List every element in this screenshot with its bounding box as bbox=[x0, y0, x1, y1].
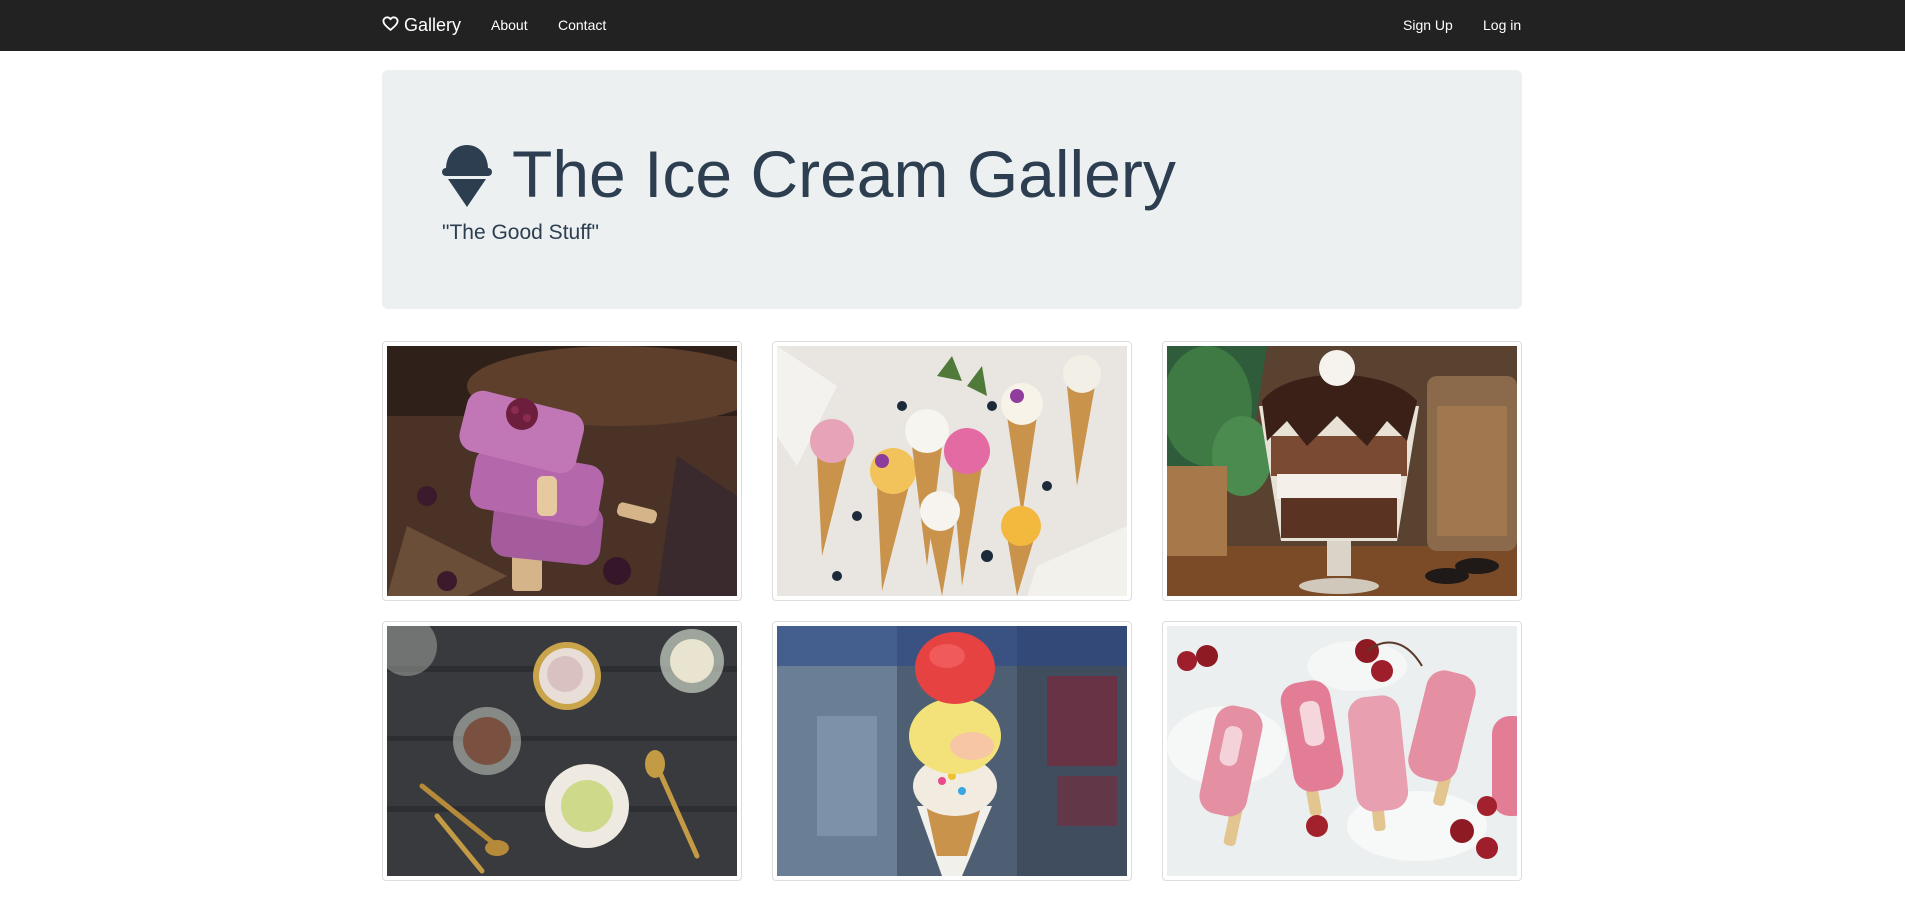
jumbotron: The Ice Cream Gallery "The Good Stuff" bbox=[382, 70, 1522, 309]
nav-link-contact[interactable]: Contact bbox=[558, 0, 606, 51]
gallery-thumbnail[interactable] bbox=[772, 341, 1132, 601]
ice-cream-cones-photo bbox=[777, 346, 1127, 596]
gallery-thumbnail[interactable] bbox=[382, 341, 742, 601]
brand-link[interactable]: Gallery bbox=[382, 0, 461, 51]
ice-cream-icon bbox=[442, 145, 492, 207]
gallery-thumbnail[interactable] bbox=[772, 621, 1132, 881]
gallery-thumbnail[interactable] bbox=[1162, 621, 1522, 881]
brand-label: Gallery bbox=[404, 15, 462, 35]
nav-link-log-in[interactable]: Log in bbox=[1483, 0, 1521, 51]
navbar-container: Gallery About Contact Sign Up Log in bbox=[382, 0, 1522, 51]
cherry-popsicles-photo bbox=[1167, 626, 1517, 876]
berry-popsicles-photo bbox=[387, 346, 737, 596]
heart-icon bbox=[382, 16, 399, 31]
navbar: Gallery About Contact Sign Up Log in bbox=[0, 0, 1905, 51]
rainbow-cone-photo bbox=[777, 626, 1127, 876]
gallery-thumbnail[interactable] bbox=[382, 621, 742, 881]
page-title-text: The Ice Cream Gallery bbox=[512, 137, 1176, 211]
nav-link-sign-up[interactable]: Sign Up bbox=[1403, 0, 1453, 51]
page-title: The Ice Cream Gallery bbox=[442, 136, 1176, 212]
page-subtitle: "The Good Stuff" bbox=[442, 221, 599, 244]
ice-cream-bowls-photo bbox=[387, 626, 737, 876]
nav-link-about[interactable]: About bbox=[491, 0, 528, 51]
chocolate-sundae-photo bbox=[1167, 346, 1517, 596]
gallery-thumbnail[interactable] bbox=[1162, 341, 1522, 601]
